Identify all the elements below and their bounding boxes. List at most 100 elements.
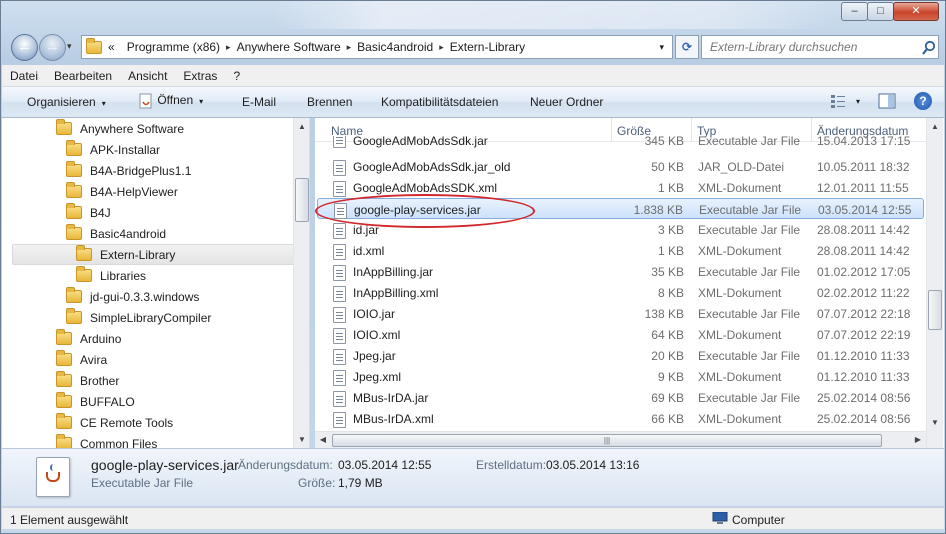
back-button[interactable]: ← [11,34,38,61]
folder-icon [56,413,72,429]
close-button[interactable]: ✕ [893,2,939,21]
tree-item[interactable]: jd-gui-0.3.3.windows [66,286,199,307]
compatibility-files-button[interactable]: Kompatibilitätsdateien [381,95,498,109]
title-bar-background [271,1,831,29]
file-icon [333,391,346,407]
tree-item[interactable]: Anywhere Software [56,118,184,139]
file-list: Name Größe Typ Änderungsdatum GoogleAdMo… [315,118,944,448]
scroll-left-icon[interactable]: ◀ [315,432,331,448]
breadcrumb: « Programme (x86) ▸ Anywhere Software ▸ … [108,40,525,54]
chevron-right-icon[interactable]: ▸ [226,42,231,53]
navigation-bar: ← → ▾ « Programme (x86) ▸ Anywhere Softw… [9,33,939,61]
menu-edit[interactable]: Bearbeiten [54,69,112,83]
file-row[interactable]: MBus-IrDA.jar 69 KB Executable Jar File … [315,387,926,408]
file-icon [333,370,346,386]
tree-item-selected[interactable]: Extern-Library [12,244,295,265]
folder-icon [76,245,92,261]
scroll-up-icon[interactable]: ▲ [294,118,309,135]
tree-item[interactable]: CE Remote Tools [56,412,173,433]
tree-item[interactable]: B4J [66,202,111,223]
open-label: Öffnen [157,93,194,108]
preview-pane-icon[interactable] [878,93,896,109]
file-row[interactable]: InAppBilling.jar 35 KB Executable Jar Fi… [315,261,926,282]
folder-icon [66,161,82,177]
scrollbar-thumb[interactable]: ||| [332,434,882,447]
tree-item[interactable]: Basic4android [66,223,166,244]
open-button[interactable]: Öffnen ▾ [138,93,203,109]
folder-icon [66,140,82,156]
file-row[interactable]: Jpeg.xml 9 KB XML-Dokument 01.12.2010 11… [315,366,926,387]
minimize-button[interactable]: – [841,2,868,21]
menu-bar: Datei Bearbeiten Ansicht Extras ? [2,65,944,87]
breadcrumb-item[interactable]: Programme (x86) [127,40,220,54]
folder-icon [56,434,72,448]
file-icon [333,307,346,323]
created-value: 03.05.2014 13:16 [546,458,640,472]
file-row[interactable]: MBus-IrDA.xml 66 KB XML-Dokument 25.02.2… [315,408,926,429]
folder-icon [66,224,82,240]
search-icon[interactable] [922,40,936,56]
menu-file[interactable]: Datei [10,69,38,83]
tree-item[interactable]: B4A-HelpViewer [66,181,178,202]
forward-button[interactable]: → [39,34,66,61]
view-dropdown-icon[interactable]: ▾ [856,97,860,106]
new-folder-button[interactable]: Neuer Ordner [530,95,603,109]
organize-button[interactable]: Organisieren ▾ [27,95,106,109]
navigation-pane: Anywhere Software APK-Installar B4A-Brid… [2,118,310,448]
tree-item[interactable]: Common Files [56,433,157,448]
scroll-down-icon[interactable]: ▼ [927,414,943,431]
file-icon [333,265,346,281]
tree-item[interactable]: SimpleLibraryCompiler [66,307,211,328]
horizontal-scrollbar[interactable]: ◀ ||| ▶ [315,431,926,448]
tree-item[interactable]: Avira [56,349,107,370]
breadcrumb-item[interactable]: Extern-Library [450,40,525,54]
tree-item[interactable]: APK-Installar [66,139,160,160]
refresh-button[interactable]: ⟳ [675,35,699,59]
command-bar: Organisieren ▾ Öffnen ▾ E-Mail Brennen Kom… [2,87,944,118]
toolbar-right: ▾ ? [830,92,932,110]
search-input[interactable]: Extern-Library durchsuchen [701,35,939,59]
chevron-down-icon: ▾ [101,99,106,108]
burn-button[interactable]: Brennen [307,95,352,109]
breadcrumb-item[interactable]: Basic4android [357,40,433,54]
scroll-up-icon[interactable]: ▲ [927,118,943,135]
scrollbar-thumb[interactable] [928,290,942,330]
tree-item[interactable]: B4A-BridgePlus1.1 [66,160,191,181]
menu-help[interactable]: ? [233,69,240,83]
breadcrumb-overflow[interactable]: « [108,40,115,54]
folder-icon [66,182,82,198]
file-list-scrollbar[interactable]: ▲ ▼ [926,118,943,448]
menu-tools[interactable]: Extras [183,69,217,83]
organize-label: Organisieren [27,95,96,109]
folder-icon [56,350,72,366]
scroll-right-icon[interactable]: ▶ [910,432,926,448]
file-row[interactable]: GoogleAdMobAdsSdk.jar_old 50 KB JAR_OLD-… [315,156,926,177]
tree-item[interactable]: Brother [56,370,119,391]
view-options-icon[interactable] [830,94,846,108]
menu-view[interactable]: Ansicht [128,69,167,83]
file-row[interactable]: IOIO.xml 64 KB XML-Dokument 07.07.2012 2… [315,324,926,345]
scrollbar-thumb[interactable] [295,178,309,222]
file-row[interactable]: GoogleAdMobAdsSdk.jar 345 KB Executable … [315,136,926,150]
chevron-right-icon[interactable]: ▸ [439,42,444,53]
file-row[interactable]: id.xml 1 KB XML-Dokument 28.08.2011 14:4… [315,240,926,261]
address-bar[interactable]: « Programme (x86) ▸ Anywhere Software ▸ … [81,35,673,59]
details-file-name: google-play-services.jar [91,457,239,473]
tree-scrollbar[interactable]: ▲ ▼ [293,118,309,448]
status-bar: 1 Element ausgewählt Computer [2,507,944,529]
address-dropdown-icon[interactable]: ▾ [659,42,664,53]
file-row[interactable]: InAppBilling.xml 8 KB XML-Dokument 02.02… [315,282,926,303]
maximize-button[interactable]: □ [867,2,894,21]
file-row[interactable]: IOIO.jar 138 KB Executable Jar File 07.0… [315,303,926,324]
tree-item[interactable]: Arduino [56,328,121,349]
scroll-down-icon[interactable]: ▼ [294,431,309,448]
file-row[interactable]: Jpeg.jar 20 KB Executable Jar File 01.12… [315,345,926,366]
tree-item[interactable]: BUFFALO [56,391,135,412]
breadcrumb-item[interactable]: Anywhere Software [237,40,341,54]
email-button[interactable]: E-Mail [242,95,276,109]
size-value: 1,79 MB [338,476,383,490]
chevron-right-icon[interactable]: ▸ [347,42,352,53]
help-icon[interactable]: ? [914,92,932,110]
recent-pages-dropdown-icon[interactable]: ▾ [67,41,72,52]
tree-item[interactable]: Libraries [76,265,146,286]
